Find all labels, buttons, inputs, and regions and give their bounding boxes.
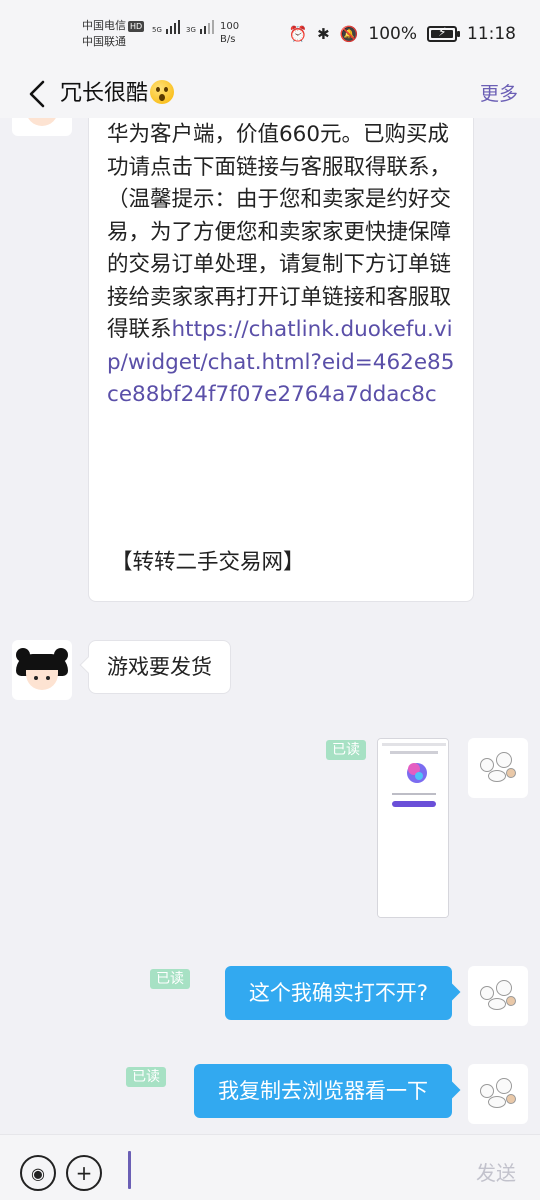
chat-title: 冗长很酷: [60, 76, 175, 112]
avatar-self[interactable]: [468, 1064, 528, 1124]
signal-icon-2: 3G: [186, 20, 214, 34]
surprised-emoji-icon: [150, 80, 175, 104]
bluetooth-icon: ✱: [317, 25, 330, 43]
battery-icon: ⚡: [427, 25, 460, 42]
message-bubble-self[interactable]: 我复制去浏览器看一下: [194, 1064, 461, 1118]
back-icon[interactable]: [22, 76, 52, 112]
voice-icon: ◉: [31, 1163, 45, 1183]
net-speed: 100 B/s: [220, 21, 240, 45]
read-badge: 已读: [150, 969, 190, 989]
message-bubble[interactable]: 游戏要发货: [79, 640, 231, 694]
message-text: 华为客户端，价值660元。已购买成功请点击下面链接与客服取得联系，（温馨提示：由…: [107, 122, 452, 342]
image-message[interactable]: [377, 738, 449, 918]
send-button[interactable]: 发送: [476, 1155, 516, 1191]
read-badge: 已读: [126, 1067, 166, 1087]
message-bubble-long[interactable]: 华为客户端，价值660元。已购买成功请点击下面链接与客服取得联系，（温馨提示：由…: [88, 118, 474, 602]
avatar-contact[interactable]: [12, 640, 72, 700]
status-right: ⏰ ✱ 🔕 100% ⚡ 11:18: [288, 24, 516, 44]
plus-icon: +: [75, 1161, 93, 1185]
battery-percent: 100%: [368, 24, 417, 44]
read-badge: 已读: [326, 740, 366, 760]
carrier-2: 中国联通: [82, 35, 126, 48]
hd-badge: HD: [128, 21, 145, 32]
message-input[interactable]: [128, 1151, 131, 1189]
alarm-icon: ⏰: [288, 25, 308, 43]
mute-icon: 🔕: [339, 25, 359, 43]
voice-input-button[interactable]: ◉: [20, 1155, 56, 1191]
signal-icon-1: 5G: [152, 20, 180, 34]
message-text: 游戏要发货: [107, 655, 212, 679]
screenshot-thumbnail-icon: [378, 739, 448, 917]
avatar-self[interactable]: [468, 966, 528, 1026]
message-text: 这个我确实打不开?: [248, 981, 428, 1005]
chat-area[interactable]: 华为客户端，价值660元。已购买成功请点击下面链接与客服取得联系，（温馨提示：由…: [0, 118, 540, 1134]
clock: 11:18: [467, 24, 516, 44]
message-bubble-self[interactable]: 这个我确实打不开?: [224, 966, 461, 1020]
avatar-contact[interactable]: [12, 118, 72, 136]
input-bar: ◉ + 发送: [0, 1134, 540, 1200]
status-bar: 中国电信 HD 中国联通 5G 3G 100 B/s ⏰ ✱ 🔕 100% ⚡ 1…: [0, 0, 540, 70]
more-button[interactable]: 更多: [480, 76, 518, 112]
avatar-self[interactable]: [468, 738, 528, 798]
message-signature: 【转转二手交易网】: [111, 550, 305, 575]
carrier-1: 中国电信: [82, 19, 126, 32]
add-attachment-button[interactable]: +: [66, 1155, 102, 1191]
carrier-info: 中国电信 HD 中国联通: [82, 18, 145, 50]
message-text: 我复制去浏览器看一下: [218, 1079, 428, 1103]
title-bar: 冗长很酷 更多: [0, 70, 540, 118]
